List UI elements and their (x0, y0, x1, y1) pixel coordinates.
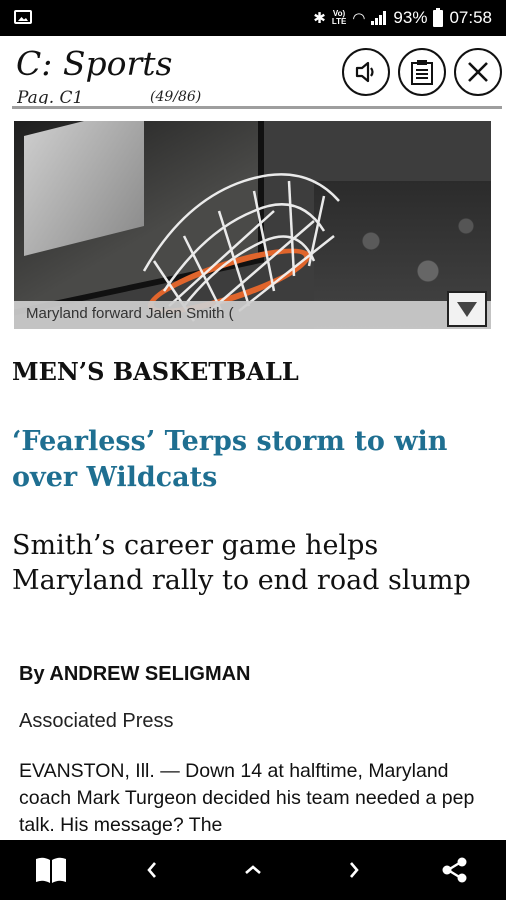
clock: 07:58 (449, 8, 492, 27)
audio-button[interactable] (342, 48, 390, 96)
article-headline: ‘Fearless’ Terps storm to win over Wildc… (12, 426, 448, 493)
library-button[interactable] (21, 840, 81, 900)
article-subhead: Smith’s career game helps Maryland rally… (12, 530, 471, 596)
chevron-right-icon (350, 862, 359, 878)
bluetooth-icon: ✱ (313, 10, 326, 27)
open-book-icon (36, 857, 66, 883)
gallery-notification-icon (14, 10, 32, 24)
section-title: C: Sports (16, 44, 173, 83)
page-label: Pag. C1 (17, 88, 84, 104)
next-page-button[interactable] (324, 840, 384, 900)
article-kicker: MEN’S BASKETBALL (12, 357, 299, 386)
wifi-icon: ◠ (352, 10, 366, 27)
status-bar: ✱ Vo) LTE ◠ 93% 07:58 (0, 0, 506, 36)
photo-caption: Maryland forward Jalen Smith ( (26, 305, 234, 322)
volte-icon: Vo) LTE (331, 9, 347, 26)
document-icon (411, 60, 433, 85)
close-icon (468, 62, 488, 82)
photo-caption-bar: Maryland forward Jalen Smith ( (14, 291, 491, 329)
status-indicators: ✱ Vo) LTE ◠ 93% 07:58 (313, 0, 492, 36)
article-photo[interactable]: Maryland forward Jalen Smith ( (14, 121, 491, 329)
chevron-left-icon (147, 862, 156, 878)
caption-expand-button[interactable] (447, 291, 487, 327)
article-byline: By ANDREW SELIGMAN (19, 663, 251, 685)
battery-icon (433, 7, 444, 27)
close-button[interactable] (454, 48, 502, 96)
signal-icon (371, 11, 387, 25)
article-body: EVANSTON, Ill. — Down 14 at halftime, Ma… (19, 760, 475, 836)
header-divider (12, 106, 502, 109)
page-counter: (49/86) (150, 89, 202, 104)
triangle-down-icon (457, 302, 477, 317)
bottom-toolbar (0, 840, 506, 900)
share-button[interactable] (425, 840, 485, 900)
chevron-up-icon (245, 865, 261, 874)
previous-page-button[interactable] (122, 840, 182, 900)
page-overview-button[interactable] (223, 840, 283, 900)
page-info: Pag. C1 (49/86) (17, 88, 237, 104)
share-icon (442, 857, 467, 883)
battery-percent: 93% (393, 8, 428, 27)
article-agency: Associated Press (19, 710, 174, 732)
text-view-button[interactable] (398, 48, 446, 96)
speaker-icon (355, 61, 374, 83)
